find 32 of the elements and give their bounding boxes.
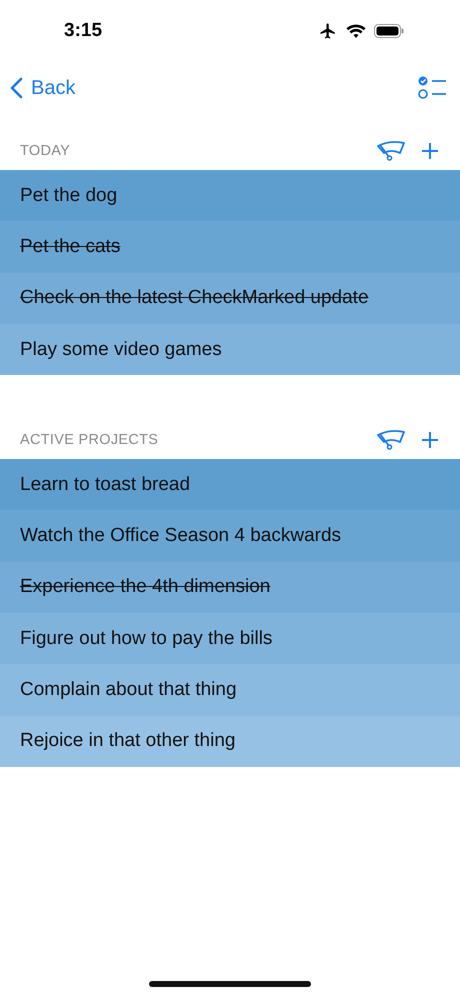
task-row[interactable]: Complain about that thing — [0, 664, 460, 716]
section-header: TODAY — [20, 143, 70, 159]
wiper-icon[interactable] — [376, 140, 406, 162]
task-row[interactable]: Experience the 4th dimension — [0, 562, 460, 614]
task-row[interactable]: Watch the Office Season 4 backwards — [0, 510, 460, 562]
task-row[interactable]: Learn to toast bread — [0, 459, 460, 510]
task-text: Figure out how to pay the bills — [20, 628, 272, 650]
task-row[interactable]: Play some video games — [0, 324, 460, 376]
task-row[interactable]: Check on the latest CheckMarked update — [0, 272, 460, 324]
task-row[interactable]: Pet the dog — [0, 170, 460, 222]
task-text: Watch the Office Season 4 backwards — [20, 525, 342, 548]
section-header: ACTIVE PROJECTS — [20, 432, 158, 448]
task-text: Play some video games — [20, 338, 222, 361]
task-row[interactable]: Rejoice in that other thing — [0, 716, 460, 767]
airplane-icon — [318, 22, 338, 40]
task-text: Check on the latest CheckMarked update — [20, 287, 369, 310]
task-text: Pet the dog — [20, 184, 118, 207]
task-text: Rejoice in that other thing — [20, 730, 236, 752]
add-icon[interactable] — [420, 430, 440, 450]
status-time: 3:15 — [64, 20, 102, 42]
back-button[interactable]: Back — [10, 76, 76, 100]
task-text: Pet the cats — [20, 236, 120, 258]
task-text: Experience the 4th dimension — [20, 576, 270, 598]
wifi-icon — [346, 24, 366, 38]
task-text: Learn to toast bread — [20, 474, 190, 496]
task-row[interactable]: Pet the cats — [0, 221, 460, 273]
add-icon[interactable] — [420, 141, 440, 161]
battery-icon — [374, 24, 404, 38]
task-text: Complain about that thing — [20, 679, 237, 702]
chevron-left-icon — [10, 77, 23, 99]
task-row[interactable]: Figure out how to pay the bills — [0, 613, 460, 664]
wiper-icon[interactable] — [376, 429, 406, 452]
